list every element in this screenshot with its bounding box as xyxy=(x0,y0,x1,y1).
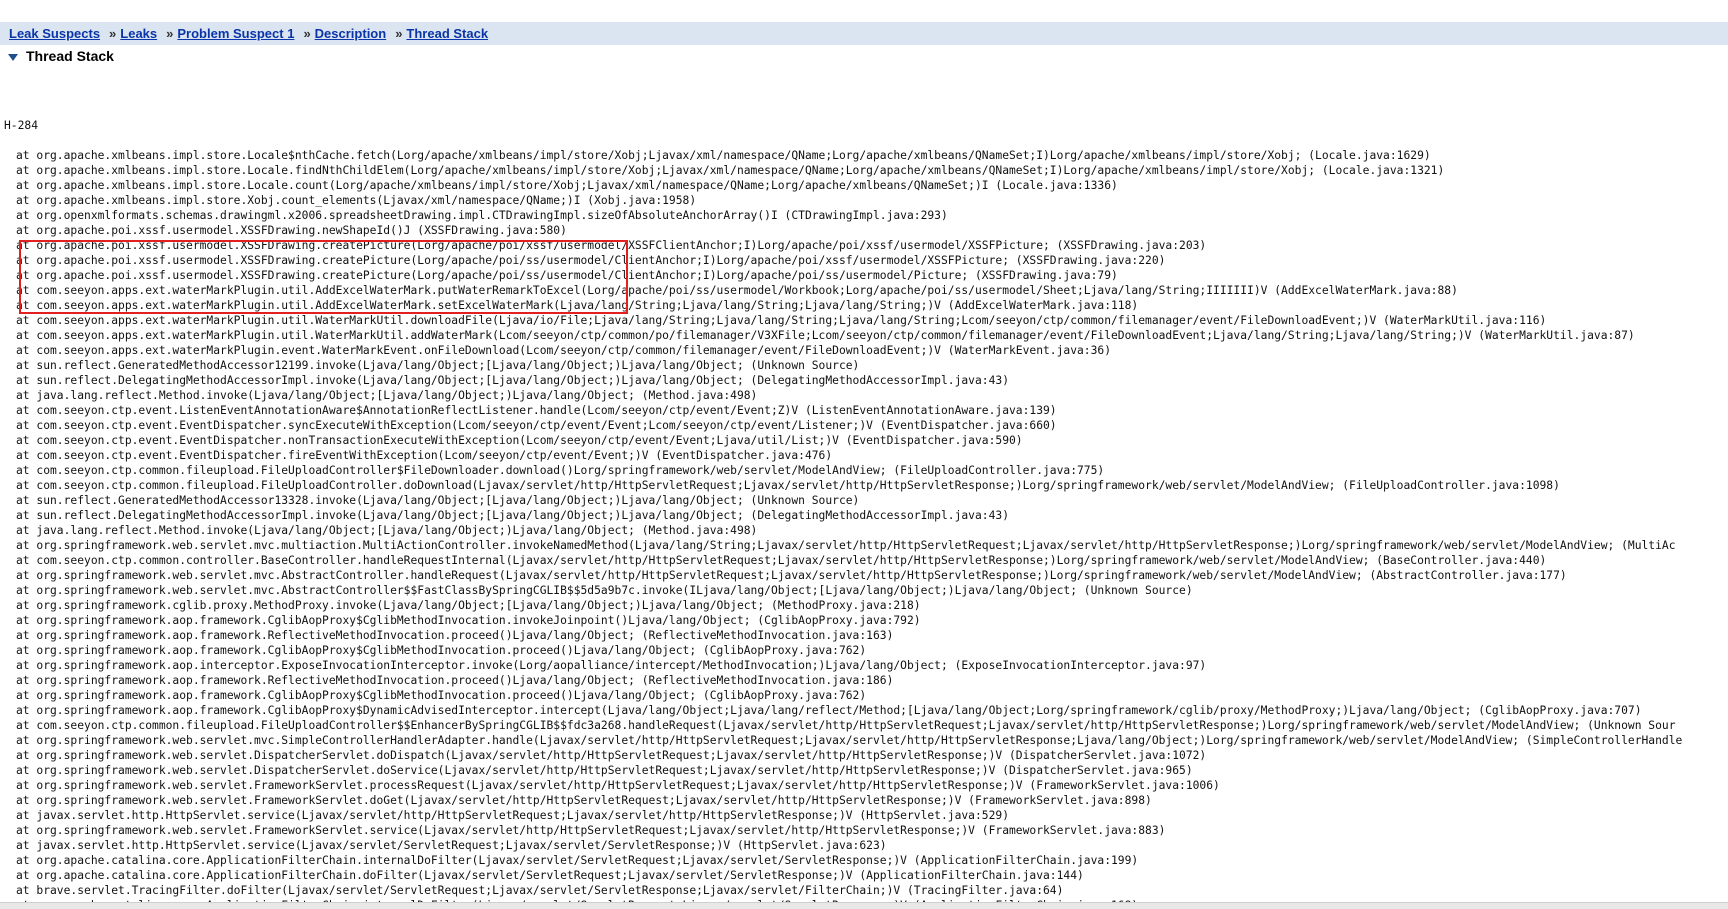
breadcrumb: Leak Suspects » Leaks » Problem Suspect … xyxy=(0,22,1728,45)
stack-frame: at org.springframework.web.servlet.Dispa… xyxy=(16,749,1207,762)
stack-frame: at org.springframework.aop.framework.Cgl… xyxy=(16,704,1642,717)
stack-frame: at org.apache.xmlbeans.impl.store.Locale… xyxy=(16,164,1445,177)
stack-frame: at org.springframework.web.servlet.mvc.S… xyxy=(16,734,1683,747)
stack-frame: at org.springframework.aop.framework.Ref… xyxy=(16,674,894,687)
stack-frame: at com.seeyon.ctp.event.EventDispatcher.… xyxy=(16,419,1057,432)
breadcrumb-separator: » xyxy=(395,26,403,41)
stack-frame: at org.springframework.aop.framework.Cgl… xyxy=(16,644,867,657)
stack-frame: at org.apache.catalina.core.ApplicationF… xyxy=(16,854,1139,867)
stack-frame: at org.apache.xmlbeans.impl.store.Xobj.c… xyxy=(16,194,697,207)
stack-frame: at org.apache.poi.xssf.usermodel.XSSFDra… xyxy=(16,239,1207,252)
stack-frame: at org.springframework.aop.framework.Ref… xyxy=(16,629,894,642)
collapse-triangle-icon[interactable] xyxy=(8,53,18,61)
stack-frame: at com.seeyon.ctp.common.fileupload.File… xyxy=(16,719,1676,732)
stack-frame: at com.seeyon.apps.ext.waterMarkPlugin.e… xyxy=(16,344,1112,357)
breadcrumb-description[interactable]: Description xyxy=(315,26,387,41)
breadcrumb-separator: » xyxy=(166,26,174,41)
stack-frame: at com.seeyon.ctp.common.fileupload.File… xyxy=(16,479,1560,492)
stack-frame: at org.springframework.web.servlet.mvc.A… xyxy=(16,584,1193,597)
stack-frame: at javax.servlet.http.HttpServlet.servic… xyxy=(16,809,1009,822)
thread-name: H-284 xyxy=(4,119,39,132)
stack-frame: at java.lang.reflect.Method.invoke(Ljava… xyxy=(16,389,758,402)
stack-frame: at org.springframework.aop.framework.Cgl… xyxy=(16,614,921,627)
breadcrumb-problem-suspect-1[interactable]: Problem Suspect 1 xyxy=(177,26,294,41)
stack-frame: at org.springframework.aop.framework.Cgl… xyxy=(16,689,867,702)
stack-frame: at org.apache.xmlbeans.impl.store.Locale… xyxy=(16,149,1431,162)
stack-frame: at com.seeyon.ctp.event.EventDispatcher.… xyxy=(16,449,833,462)
stack-frame: at org.openxmlformats.schemas.drawingml.… xyxy=(16,209,948,222)
stack-frame: at com.seeyon.ctp.event.ListenEventAnnot… xyxy=(16,404,1057,417)
stack-frame: at brave.servlet.TracingFilter.doFilter(… xyxy=(16,884,1064,897)
stack-frame: at org.springframework.web.servlet.Frame… xyxy=(16,794,1152,807)
breadcrumb-separator: » xyxy=(109,26,117,41)
breadcrumb-leak-suspects[interactable]: Leak Suspects xyxy=(9,26,100,41)
stack-frame: at org.springframework.cglib.proxy.Metho… xyxy=(16,599,921,612)
stack-frame: at org.springframework.web.servlet.mvc.A… xyxy=(16,569,1567,582)
stack-frame: at com.seeyon.apps.ext.waterMarkPlugin.u… xyxy=(16,314,1547,327)
stack-frame: at sun.reflect.GeneratedMethodAccessor13… xyxy=(16,494,860,507)
stack-frame: at java.lang.reflect.Method.invoke(Ljava… xyxy=(16,524,758,537)
stack-frame: at org.springframework.web.servlet.Frame… xyxy=(16,779,1220,792)
stack-frame: at org.apache.poi.xssf.usermodel.XSSFDra… xyxy=(16,254,1166,267)
section-header-thread-stack[interactable]: Thread Stack xyxy=(8,47,114,65)
stack-frame: at com.seeyon.apps.ext.waterMarkPlugin.u… xyxy=(16,329,1635,342)
stack-frame: at org.springframework.web.servlet.Dispa… xyxy=(16,764,1193,777)
breadcrumb-thread-stack[interactable]: Thread Stack xyxy=(406,26,488,41)
stack-frame: at sun.reflect.DelegatingMethodAccessorI… xyxy=(16,374,1009,387)
stack-frame: at org.apache.poi.xssf.usermodel.XSSFDra… xyxy=(16,269,1118,282)
stack-frame: at com.seeyon.ctp.common.controller.Base… xyxy=(16,554,1547,567)
section-title: Thread Stack xyxy=(26,48,114,64)
breadcrumb-leaks[interactable]: Leaks xyxy=(120,26,157,41)
stack-frame: at com.seeyon.apps.ext.waterMarkPlugin.u… xyxy=(16,299,1139,312)
stack-frame: at com.seeyon.ctp.event.EventDispatcher.… xyxy=(16,434,1023,447)
stack-frame: at com.seeyon.ctp.common.fileupload.File… xyxy=(16,464,1105,477)
stack-frame: at sun.reflect.GeneratedMethodAccessor12… xyxy=(16,359,860,372)
stack-frame: at org.apache.poi.xssf.usermodel.XSSFDra… xyxy=(16,224,567,237)
breadcrumb-separator: » xyxy=(303,26,311,41)
stack-frame: at org.apache.xmlbeans.impl.store.Locale… xyxy=(16,179,1118,192)
stack-frame: at org.springframework.web.servlet.mvc.m… xyxy=(16,539,1676,552)
stack-frame: at org.springframework.web.servlet.Frame… xyxy=(16,824,1166,837)
stack-frame: at com.seeyon.apps.ext.waterMarkPlugin.u… xyxy=(16,284,1458,297)
thread-stack-trace: H-284 at org.apache.xmlbeans.impl.store.… xyxy=(4,88,1728,906)
stack-frame: at sun.reflect.DelegatingMethodAccessorI… xyxy=(16,509,1009,522)
stack-frame: at org.apache.catalina.core.ApplicationF… xyxy=(16,869,1084,882)
stack-frame: at org.springframework.aop.interceptor.E… xyxy=(16,659,1207,672)
stack-frame: at javax.servlet.http.HttpServlet.servic… xyxy=(16,839,887,852)
